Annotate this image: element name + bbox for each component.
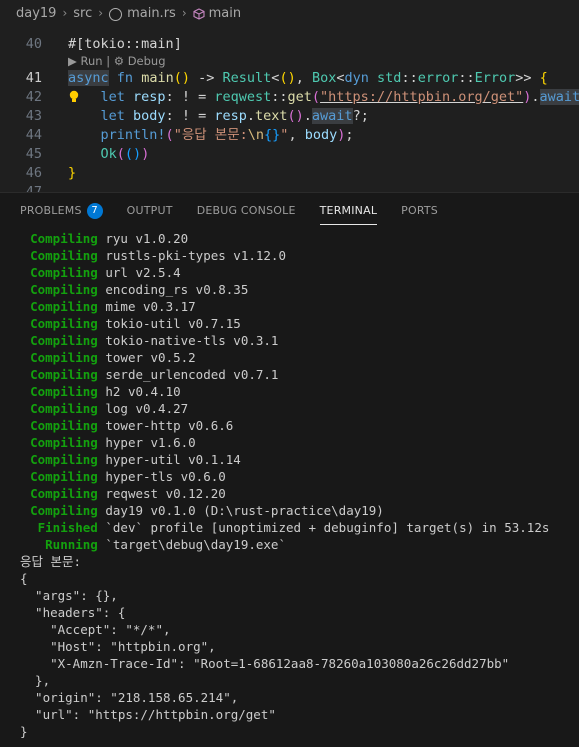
code-line[interactable]: 46} [0,164,579,183]
codelens-run-debug[interactable]: ▶ Run | ⚙ Debug [68,54,166,69]
terminal-output-line: } [20,724,28,739]
terminal-output-line: "Accept": "*/*", [20,622,171,637]
code-line[interactable]: 43 let body: ! = resp.text().await?; [0,107,579,126]
terminal-compile-line: Compiling reqwest v0.12.20 [0,486,226,501]
code-text: let body: ! = resp.text().await?; [100,108,369,124]
panel-tab-bar: PROBLEMS 7 OUTPUT DEBUG CONSOLE TERMINAL… [0,192,579,228]
terminal-compile-line: Compiling log v0.4.27 [0,401,189,416]
terminal-finished-line: Finished `dev` profile [unoptimized + de… [0,520,550,535]
tab-terminal[interactable]: TERMINAL [319,193,378,229]
terminal-running-line: Running `target\debug\day19.exe` [0,537,286,552]
code-text: Ok(()) [100,146,150,162]
line-number: 41 [25,70,42,86]
terminal-compile-line: Compiling tower v0.5.2 [0,350,196,365]
code-text: println!("응답 본문:\n{}", body); [100,127,354,143]
terminal-output-line: "url": "https://httpbin.org/get" [20,707,276,722]
terminal-output-line: { [20,571,28,586]
line-number: 46 [25,165,42,181]
line-number: 45 [25,146,42,162]
terminal-compile-line: Compiling hyper v1.6.0 [0,435,196,450]
terminal-compile-line: Compiling url v2.5.4 [0,265,181,280]
terminal-compile-line: Compiling tower-http v0.6.6 [0,418,234,433]
code-line[interactable]: 39 [0,26,579,32]
code-editor[interactable]: 3940 #[tokio::main]41 async fn main() -> R… [0,26,579,192]
terminal-output-line: }, [20,673,51,688]
line-number: 39 [0,26,42,32]
tab-ports-label: PORTS [401,204,438,217]
breadcrumb-file[interactable]: main.rs [127,6,176,21]
terminal-output-line: "X-Amzn-Trace-Id": "Root=1-68612aa8-7826… [20,656,510,671]
terminal-compile-line: Compiling mime v0.3.17 [0,299,196,314]
tab-debug-console-label: DEBUG CONSOLE [196,204,296,217]
line-number: 44 [25,127,42,143]
terminal-compile-line: Compiling serde_urlencoded v0.7.1 [0,367,279,382]
breadcrumb-symbol[interactable]: main [209,6,241,21]
problems-count-badge: 7 [86,202,103,219]
code-line[interactable]: 47 [0,183,579,192]
line-number: 47 [25,184,42,192]
chevron-right-icon: › [181,6,187,20]
rust-file-icon [109,7,123,21]
cube-icon [193,8,205,20]
breadcrumb: day19 › src › main.rs › main [0,0,579,26]
tab-terminal-label: TERMINAL [319,204,378,217]
tab-problems[interactable]: PROBLEMS 7 [20,193,103,229]
tab-ports[interactable]: PORTS [401,193,438,229]
code-line[interactable]: 44 println!("응답 본문:\n{}", body); [0,126,579,145]
code-text: } [68,165,77,181]
breadcrumb-folder-day19[interactable]: day19 [16,6,56,21]
breadcrumb-folder-src[interactable]: src [73,6,92,21]
line-number: 43 [25,108,42,124]
terminal-output-line: "headers": { [20,605,126,620]
code-text: #[tokio::main] [68,36,182,52]
terminal-compile-line: Compiling rustls-pki-types v1.12.0 [0,248,286,263]
code-text: async fn main() -> Result<(), Box<dyn st… [68,70,548,86]
terminal-compile-line: Compiling encoding_rs v0.8.35 [0,282,249,297]
code-line[interactable]: 45 Ok(()) [0,145,579,164]
line-number: 42 [25,89,42,105]
terminal-compile-line: Compiling tokio-native-tls v0.3.1 [0,333,279,348]
tab-debug-console[interactable]: DEBUG CONSOLE [197,193,296,229]
code-line[interactable]: 40 #[tokio::main] [0,35,579,54]
terminal-output[interactable]: Compiling ryu v1.0.20 Compiling rustls-p… [0,228,579,747]
tab-problems-label: PROBLEMS [20,204,82,217]
terminal-compile-line: Compiling day19 v0.1.0 (D:\rust-practice… [0,503,384,518]
terminal-output-line: "Host": "httpbin.org", [20,639,216,654]
line-number: 40 [25,36,42,52]
terminal-compile-line: Compiling hyper-tls v0.6.0 [0,469,226,484]
code-line[interactable]: 42 let resp: ! = reqwest::get("https://h… [0,88,579,107]
terminal-compile-line: Compiling h2 v0.4.10 [0,384,181,399]
terminal-compile-line: Compiling hyper-util v0.1.14 [0,452,241,467]
tab-output-label: OUTPUT [126,204,173,217]
chevron-right-icon: › [98,6,104,20]
chevron-right-icon: › [62,6,68,20]
lightbulb-icon[interactable] [69,90,79,104]
terminal-compile-line: Compiling ryu v1.0.20 [0,231,189,246]
terminal-output-line: "origin": "218.158.65.214", [20,690,239,705]
terminal-compile-line: Compiling tokio-util v0.7.15 [0,316,241,331]
code-text: let resp: ! = reqwest::get("https://http… [100,89,579,105]
tab-output[interactable]: OUTPUT [127,193,173,229]
code-line[interactable]: 41 async fn main() -> Result<(), Box<dyn … [0,69,579,88]
terminal-output-line: 응답 본문: [20,554,82,569]
terminal-output-line: "args": {}, [20,588,118,603]
